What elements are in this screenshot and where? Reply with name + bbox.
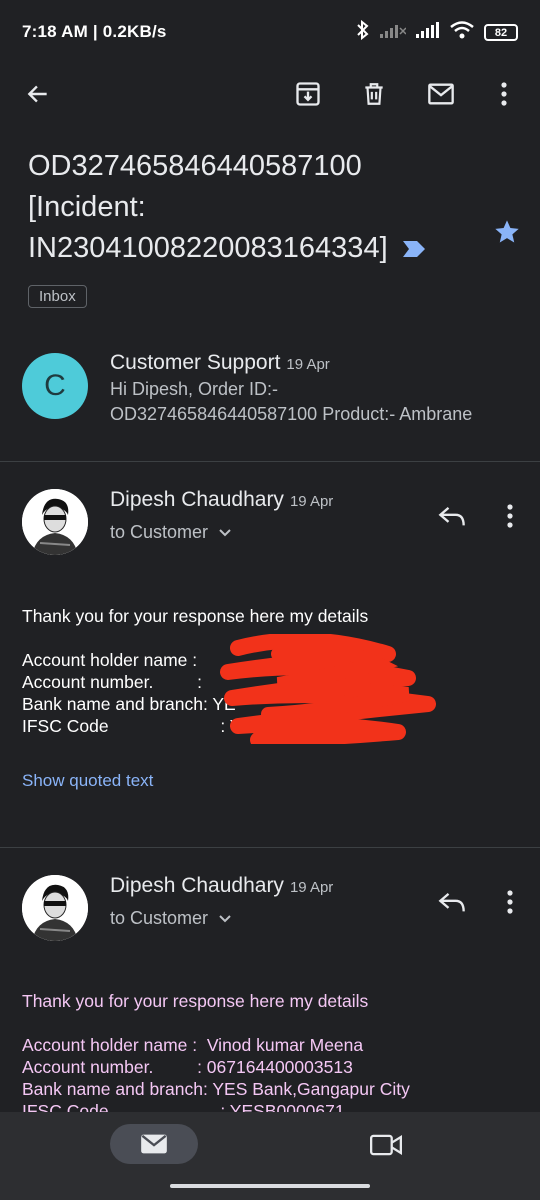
chevron-down-icon (219, 914, 231, 922)
collapsed-message[interactable]: C Customer Support 19 Apr Hi Dipesh, Orde… (0, 335, 540, 461)
archive-icon[interactable] (288, 74, 328, 114)
star-icon[interactable] (492, 218, 522, 251)
email-subject: OD327465846440587100 [Incident: IN230410… (28, 146, 468, 270)
reply-icon[interactable] (432, 496, 472, 536)
avatar[interactable] (22, 875, 88, 941)
sender-row: Dipesh Chaudhary 19 Apr (110, 488, 333, 512)
recipient-label: to Customer (110, 522, 209, 542)
subject-line-3: IN23041008220083164334] (28, 232, 388, 264)
reply-icon[interactable] (432, 882, 472, 922)
body-greeting: Thank you for your response here my deta… (22, 991, 369, 1011)
inbox-label-chip[interactable]: Inbox (28, 285, 87, 308)
message-date: 19 Apr (286, 356, 330, 373)
snippet-line-2: OD327465846440587100 Product:- Ambrane (110, 404, 473, 424)
delete-icon[interactable] (354, 74, 394, 114)
message-body: Thank you for your response here my deta… (22, 990, 410, 1122)
sender-row: Customer Support 19 Apr (110, 351, 330, 375)
more-vert-icon[interactable] (484, 74, 524, 114)
subject-line-1: OD327465846440587100 (28, 150, 362, 182)
gesture-navigation-bar[interactable] (170, 1184, 370, 1188)
wifi-icon (450, 21, 474, 44)
avatar[interactable]: C (22, 353, 88, 419)
battery-icon: 82 (484, 24, 518, 41)
status-time: 7:18 AM | 0.2KB/s (22, 22, 167, 41)
message-date: 19 Apr (289, 879, 334, 896)
status-bar: 7:18 AM | 0.2KB/s 82 (0, 0, 540, 64)
redaction-scribble (218, 632, 436, 748)
app-bar (0, 70, 540, 120)
show-quoted-text-link[interactable]: Show quoted text (22, 771, 153, 791)
nav-meet-tab[interactable] (366, 1128, 406, 1162)
subject-line-3-wrap: IN23041008220083164334] (28, 228, 468, 270)
sender-name: Customer Support (110, 351, 281, 374)
sender-name: Dipesh Chaudhary (110, 488, 284, 511)
chevron-down-icon (219, 528, 231, 536)
body-field-line: Account holder name : Vinod kumar Meena (22, 1035, 364, 1055)
expanded-message-2: Dipesh Chaudhary 19 Apr to Customer Thank… (0, 848, 540, 1121)
mail-icon (141, 1134, 167, 1154)
subject-line-2: [Incident: (28, 191, 146, 223)
nav-mail-tab[interactable] (110, 1124, 198, 1164)
more-vert-icon[interactable] (490, 882, 530, 922)
video-camera-icon (370, 1134, 402, 1156)
sender-row: Dipesh Chaudhary 19 Apr (110, 874, 333, 898)
mark-unread-icon[interactable] (421, 74, 461, 114)
signal-weak-icon (380, 22, 407, 43)
message-date: 19 Apr (289, 493, 334, 510)
sender-name: Dipesh Chaudhary (110, 874, 284, 897)
recipient-label: to Customer (110, 908, 209, 928)
bottom-navigation (0, 1112, 540, 1200)
status-icons: 82 (356, 19, 518, 45)
body-field-line: Bank name and branch: YES Bank,Gangapur … (22, 1079, 410, 1099)
avatar[interactable] (22, 489, 88, 555)
back-arrow-icon[interactable] (18, 74, 58, 114)
signal-icon (416, 22, 440, 43)
more-vert-icon[interactable] (490, 496, 530, 536)
body-greeting: Thank you for your response here my deta… (22, 606, 369, 626)
importance-marker-icon[interactable] (402, 229, 426, 270)
recipient-details-toggle[interactable]: to Customer (110, 522, 232, 543)
bluetooth-icon (356, 19, 370, 45)
snippet-line-1: Hi Dipesh, Order ID:- (110, 379, 279, 399)
message-snippet: Hi Dipesh, Order ID:- OD3274658464405871… (110, 377, 530, 427)
recipient-details-toggle[interactable]: to Customer (110, 908, 232, 929)
body-field-line: Account number. : 067164400003513 (22, 1057, 353, 1077)
